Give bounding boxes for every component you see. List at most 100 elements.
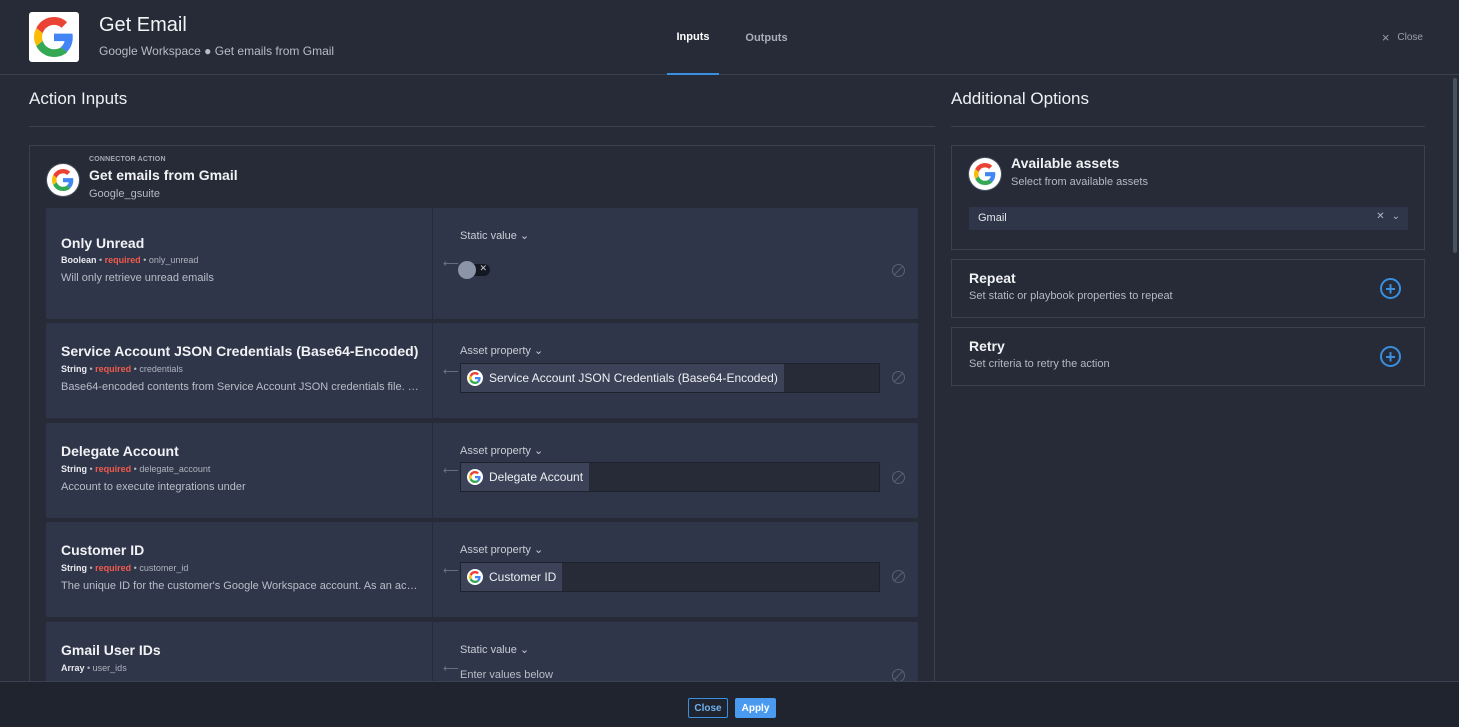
connector-title: Get emails from Gmail <box>89 167 238 183</box>
arrow-left-icon: ⟵ <box>443 258 459 270</box>
input-meta: Array • user_ids <box>61 663 127 673</box>
arrow-left-icon: ⟵ <box>443 366 459 378</box>
assets-subtitle: Select from available assets <box>1011 176 1148 188</box>
clear-icon[interactable] <box>892 570 905 583</box>
required-badge: required <box>95 563 132 573</box>
asset-property-chip[interactable]: Customer ID <box>461 563 563 591</box>
input-row-credentials: Service Account JSON Credentials (Base64… <box>46 323 918 418</box>
arrow-left-icon: ⟵ <box>443 465 459 477</box>
asset-property-chip[interactable]: Delegate Account <box>461 463 590 491</box>
apply-button[interactable]: Apply <box>735 698 776 718</box>
input-title: Customer ID <box>61 542 145 558</box>
input-description: Will only retrieve unread emails <box>61 272 214 284</box>
input-type: String <box>61 563 87 573</box>
asset-select[interactable]: Gmail ✕ ⌄ <box>969 207 1408 230</box>
divider <box>29 126 935 127</box>
assets-title: Available assets <box>1011 155 1120 171</box>
asset-property-field[interactable]: Customer ID <box>460 562 880 592</box>
clear-selection-icon[interactable]: ✕ <box>1376 211 1384 222</box>
retry-subtitle: Set criteria to retry the action <box>969 358 1110 370</box>
asset-property-field[interactable]: Delegate Account <box>460 462 880 492</box>
input-meta: String • required • customer_id <box>61 563 189 573</box>
add-retry-icon[interactable]: + <box>1380 346 1401 367</box>
divider <box>951 126 1425 127</box>
page-subtitle: Google Workspace ● Get emails from Gmail <box>99 44 335 58</box>
google-g-icon <box>47 164 79 196</box>
value-mode-dropdown[interactable]: Asset property ⌄ <box>460 543 543 556</box>
google-g-icon <box>467 469 483 485</box>
header: Get Email Google Workspace ● Get emails … <box>0 0 1459 75</box>
connector-kicker: CONNECTOR ACTION <box>89 156 166 163</box>
connector-subtitle: Google_gsuite <box>89 188 160 200</box>
toggle-off-icon: ✕ <box>479 263 487 273</box>
value-mode-dropdown[interactable]: Asset property ⌄ <box>460 444 543 457</box>
close-button[interactable]: Close <box>688 698 728 718</box>
add-repeat-icon[interactable]: + <box>1380 278 1401 299</box>
input-description: Account to execute integrations under <box>61 481 246 493</box>
chevron-down-icon[interactable]: ⌄ <box>1392 211 1400 222</box>
value-mode-dropdown[interactable]: Asset property ⌄ <box>460 344 543 357</box>
input-description: The unique ID for the customer's Google … <box>61 580 423 592</box>
clear-icon[interactable] <box>892 471 905 484</box>
scrollbar[interactable] <box>1453 78 1457 253</box>
available-assets-box: Available assets Select from available a… <box>951 145 1425 250</box>
repeat-box[interactable]: Repeat Set static or playbook properties… <box>951 259 1425 318</box>
clear-icon[interactable] <box>892 264 905 277</box>
input-title: Service Account JSON Credentials (Base64… <box>61 343 419 359</box>
retry-title: Retry <box>969 338 1005 354</box>
asset-property-chip[interactable]: Service Account JSON Credentials (Base64… <box>461 364 784 392</box>
input-meta: String • required • credentials <box>61 364 183 374</box>
input-key: only_unread <box>148 255 199 265</box>
repeat-title: Repeat <box>969 270 1016 286</box>
google-g-icon <box>34 17 73 57</box>
required-badge: required <box>95 364 132 374</box>
close-icon: × <box>1381 30 1390 45</box>
input-meta: Boolean • required • only_unread <box>61 255 199 265</box>
values-hint: Enter values below <box>460 669 553 681</box>
google-logo <box>29 12 79 62</box>
close-label: Close <box>1397 32 1423 43</box>
repeat-subtitle: Set static or playbook properties to rep… <box>969 290 1173 302</box>
action-inputs-heading: Action Inputs <box>29 89 128 108</box>
google-g-icon <box>467 370 483 386</box>
retry-box[interactable]: Retry Set criteria to retry the action + <box>951 327 1425 386</box>
input-title: Delegate Account <box>61 443 179 459</box>
google-g-icon <box>467 569 483 585</box>
toggle-knob <box>458 261 476 279</box>
footer: Close Apply <box>0 681 1459 727</box>
additional-options-heading: Additional Options <box>951 89 1089 108</box>
input-description: Base64-encoded contents from Service Acc… <box>61 381 423 393</box>
input-meta: String • required • delegate_account <box>61 464 211 474</box>
connector-action-panel: CONNECTOR ACTION Get emails from Gmail G… <box>29 145 935 685</box>
google-g-icon <box>969 158 1001 190</box>
required-badge: required <box>95 464 132 474</box>
chip-label: Service Account JSON Credentials (Base64… <box>489 371 778 385</box>
tab-inputs[interactable]: Inputs <box>667 0 719 75</box>
input-key: customer_id <box>139 563 189 573</box>
close-button-top[interactable]: × Close <box>1382 30 1423 45</box>
input-type: String <box>61 364 87 374</box>
tab-outputs[interactable]: Outputs <box>739 0 794 75</box>
asset-property-field[interactable]: Service Account JSON Credentials (Base64… <box>460 363 880 393</box>
input-key: delegate_account <box>139 464 211 474</box>
chip-label: Delegate Account <box>489 470 584 484</box>
input-title: Only Unread <box>61 235 145 251</box>
input-row-only-unread: Only Unread Boolean • required • only_un… <box>46 208 918 319</box>
input-title: Gmail User IDs <box>61 642 161 658</box>
arrow-left-icon: ⟵ <box>443 663 459 675</box>
only-unread-toggle[interactable]: ✕ <box>458 261 490 279</box>
input-type: Boolean <box>61 255 97 265</box>
value-mode-dropdown[interactable]: Static value ⌄ <box>460 643 529 656</box>
value-mode-dropdown[interactable]: Static value ⌄ <box>460 229 529 242</box>
input-row-delegate-account: Delegate Account String • required • del… <box>46 423 918 518</box>
input-row-user-ids: Gmail User IDs Array • user_ids Static v… <box>46 622 918 685</box>
input-key: user_ids <box>92 663 127 673</box>
asset-select-value: Gmail <box>978 212 1007 224</box>
arrow-left-icon: ⟵ <box>443 565 459 577</box>
required-badge: required <box>104 255 141 265</box>
clear-icon[interactable] <box>892 371 905 384</box>
input-row-customer-id: Customer ID String • required • customer… <box>46 522 918 617</box>
input-key: credentials <box>139 364 183 374</box>
input-type: Array <box>61 663 85 673</box>
chip-label: Customer ID <box>489 570 557 584</box>
